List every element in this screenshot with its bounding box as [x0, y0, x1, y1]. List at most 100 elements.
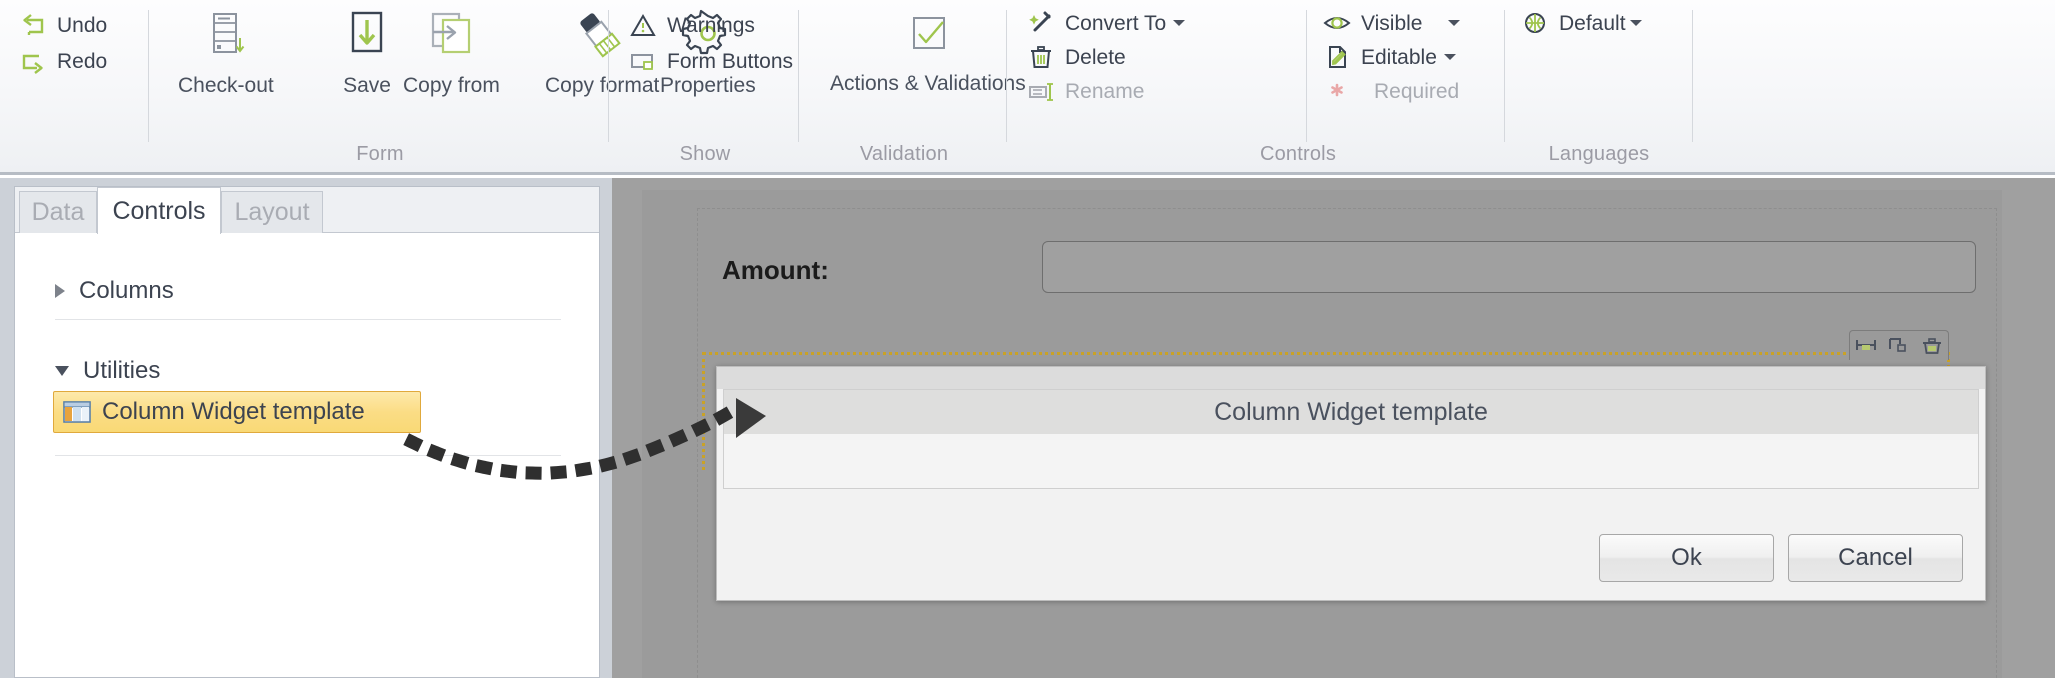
chevron-down-icon[interactable] [1173, 20, 1186, 26]
warnings-button[interactable]: Warnings [628, 8, 755, 42]
tab-layout[interactable]: Layout [221, 191, 323, 233]
form-buttons-label: Form Buttons [667, 49, 794, 73]
controls-panel: Data Controls Layout Columns Utilities C… [0, 178, 612, 678]
ribbon-group-caption-show: Show [679, 143, 731, 165]
editable-page-icon [1322, 43, 1352, 71]
application-window: Undo Redo Check-out Save Copy from Copy … [0, 0, 2055, 678]
ok-button-label: Ok [1671, 544, 1702, 571]
actions-validations-label: Actions & Validations [830, 72, 1026, 95]
move-widget-icon[interactable] [1854, 336, 1878, 356]
tree-group-columns-label: Columns [79, 277, 174, 304]
warnings-label: Warnings [667, 13, 755, 37]
copy-widget-icon[interactable] [1887, 336, 1911, 356]
rename-icon [1026, 77, 1056, 105]
ribbon-separator [798, 10, 799, 142]
copy-from-icon [419, 8, 483, 66]
rename-button[interactable]: Rename [1026, 74, 1144, 108]
required-button[interactable]: Required [1322, 74, 1459, 108]
warning-triangle-icon [628, 11, 658, 39]
undo-icon [18, 11, 48, 39]
amount-label: Amount: [722, 255, 829, 285]
list-item-label: Column Widget template [102, 398, 365, 425]
ribbon-group-caption-validation: Validation [859, 143, 949, 165]
chevron-right-icon[interactable] [55, 284, 65, 298]
required-label: Required [1374, 79, 1460, 103]
form-buttons-button[interactable]: Form Buttons [628, 44, 793, 78]
check-out-icon [194, 8, 258, 66]
magic-wand-icon [1026, 9, 1056, 37]
rename-label: Rename [1065, 79, 1145, 103]
chevron-down-icon[interactable] [1443, 54, 1456, 60]
panel-tabstrip: Data Controls Layout [15, 187, 599, 234]
delete-button[interactable]: Delete [1026, 40, 1126, 74]
redo-button[interactable]: Redo [18, 44, 107, 78]
form-buttons-icon [628, 47, 658, 75]
cancel-button[interactable]: Cancel [1788, 534, 1963, 582]
chevron-down-icon[interactable] [1448, 20, 1461, 26]
checkbox-check-icon [896, 12, 960, 64]
tree-group-columns[interactable]: Columns [55, 273, 174, 309]
asterisk-icon [1322, 77, 1352, 105]
column-widget-dialog: Column Widget template Ok Cancel [716, 366, 1986, 601]
ribbon-group-caption-controls: Controls [1259, 143, 1337, 165]
column-widget-icon [62, 399, 92, 425]
undo-button[interactable]: Undo [18, 8, 107, 42]
delete-widget-icon[interactable] [1920, 336, 1944, 356]
controls-tree: Columns Utilities Column Widget template [15, 233, 599, 677]
convert-to-button[interactable]: Convert To [1026, 6, 1186, 40]
tree-group-utilities[interactable]: Utilities [55, 353, 160, 389]
eye-icon [1322, 9, 1352, 37]
editable-label: Editable [1361, 45, 1437, 69]
actions-validations-button[interactable]: Actions & Validations [830, 12, 1026, 96]
tab-controls-label: Controls [112, 196, 206, 225]
editable-button[interactable]: Editable [1322, 40, 1456, 74]
tab-layout-label: Layout [234, 198, 310, 226]
ribbon-separator [1006, 10, 1007, 142]
visible-label: Visible [1361, 11, 1423, 35]
dialog-button-bar: Ok Cancel [1599, 534, 1963, 582]
ribbon-group-show: Warnings Form Buttons Show [610, 0, 800, 172]
globe-icon [1520, 9, 1550, 37]
ribbon-group-caption-languages: Languages [1548, 143, 1650, 165]
ribbon-group-caption-form: Form [356, 143, 404, 165]
save-button[interactable]: Save [335, 8, 399, 98]
ribbon-separator [148, 10, 149, 142]
convert-to-label: Convert To [1065, 11, 1167, 35]
ribbon-group-controls-right: Visible Editable Required Controls [1260, 0, 1506, 172]
dialog-list-header-label: Column Widget template [1214, 397, 1488, 426]
check-out-button[interactable]: Check-out [178, 8, 274, 98]
copy-from-label: Copy from [403, 74, 500, 97]
ribbon-group-form: Check-out Save Copy from Copy format Pro… [150, 0, 756, 172]
list-item-column-widget-template[interactable]: Column Widget template [53, 391, 421, 433]
ok-button[interactable]: Ok [1599, 534, 1774, 582]
default-language-label: Default [1559, 11, 1626, 35]
copy-from-button[interactable]: Copy from [403, 8, 500, 98]
ribbon-group-languages: Default Languages [1504, 0, 1694, 172]
tab-data[interactable]: Data [19, 191, 97, 233]
chevron-down-icon[interactable] [55, 366, 69, 376]
visible-button[interactable]: Visible [1322, 6, 1461, 40]
chevron-down-icon[interactable] [1629, 20, 1642, 26]
redo-icon [18, 47, 48, 75]
tree-group-utilities-label: Utilities [83, 357, 161, 384]
tree-divider [55, 455, 561, 456]
ribbon-separator [608, 10, 609, 142]
dialog-titlebar [717, 367, 1985, 389]
tab-controls[interactable]: Controls [97, 187, 221, 234]
ribbon-group-validation: Actions & Validations Validation [800, 0, 1026, 172]
controls-panel-inner: Data Controls Layout Columns Utilities C… [14, 186, 600, 678]
amount-input[interactable] [1042, 241, 1976, 293]
redo-label: Redo [57, 49, 108, 73]
dialog-list: Column Widget template [723, 389, 1979, 489]
tree-divider [55, 319, 561, 320]
ribbon-group-undo: Undo Redo [0, 0, 150, 172]
save-icon [335, 8, 399, 66]
ribbon-separator [1306, 10, 1307, 142]
default-language-button[interactable]: Default [1520, 6, 1642, 40]
dialog-list-header[interactable]: Column Widget template [724, 390, 1978, 434]
widget-mini-toolbar [1849, 330, 1949, 360]
tab-data-label: Data [31, 198, 85, 226]
cancel-button-label: Cancel [1838, 544, 1913, 571]
ribbon-separator [1692, 10, 1693, 142]
check-out-label: Check-out [178, 74, 274, 97]
